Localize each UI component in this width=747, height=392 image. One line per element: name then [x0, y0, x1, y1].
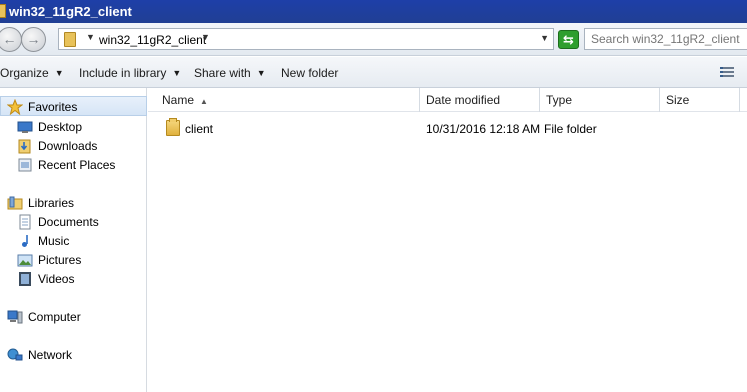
nav-network-label: Network: [28, 348, 73, 362]
folder-icon: [166, 118, 180, 136]
chevron-right-icon[interactable]: ▼: [86, 32, 95, 42]
folder-icon: [0, 4, 6, 18]
include-in-library-label: Include in library: [79, 66, 167, 80]
nav-computer-label: Computer: [28, 310, 81, 324]
share-with-label: Share with: [194, 66, 251, 80]
window-title: win32_11gR2_client: [9, 4, 132, 19]
network-icon: [7, 347, 23, 363]
folder-icon: [64, 32, 76, 47]
libraries-icon: [7, 195, 23, 211]
command-bar: Organize ▼ Include in library ▼ Share with…: [0, 57, 747, 88]
organize-label: Organize: [0, 66, 49, 80]
view-options-icon[interactable]: [720, 67, 734, 78]
nav-downloads-label: Downloads: [38, 139, 98, 153]
nav-network[interactable]: Network: [7, 346, 72, 364]
nav-pictures[interactable]: Pictures: [17, 251, 81, 269]
nav-favorites[interactable]: Favorites: [6, 98, 78, 116]
file-type: File folder: [544, 122, 597, 136]
star-icon: [6, 98, 24, 116]
include-in-library-button[interactable]: Include in library ▼: [79, 66, 181, 80]
nav-recent-places-label: Recent Places: [38, 158, 116, 172]
title-bar: win32_11gR2_client: [0, 0, 747, 23]
column-name[interactable]: Name ▲: [148, 88, 420, 112]
nav-videos[interactable]: Videos: [17, 270, 74, 288]
pictures-icon: [17, 252, 33, 268]
chevron-down-icon: ▼: [256, 68, 266, 78]
downloads-folder-icon: [17, 138, 33, 154]
nav-favorites-label: Favorites: [28, 100, 78, 114]
arrow-right-icon: →: [26, 31, 41, 47]
column-name-label: Name: [162, 93, 195, 107]
nav-music[interactable]: Music: [17, 232, 69, 250]
recent-places-icon: [17, 157, 33, 173]
sort-ascending-icon: ▲: [200, 97, 208, 106]
nav-recent-places[interactable]: Recent Places: [17, 156, 115, 174]
file-row[interactable]: client 10/31/2016 12:18 AM File folder: [148, 118, 747, 140]
column-size-label: Size: [666, 93, 690, 107]
organize-button[interactable]: Organize ▼: [0, 66, 64, 80]
column-header-row: Name ▲ Date modified Type Size: [148, 88, 747, 112]
nav-music-label: Music: [38, 234, 70, 248]
documents-icon: [17, 214, 33, 230]
search-input[interactable]: [591, 32, 741, 46]
videos-icon: [17, 271, 33, 287]
share-with-button[interactable]: Share with ▼: [194, 66, 266, 80]
column-size[interactable]: Size: [660, 88, 740, 112]
search-box[interactable]: [584, 28, 747, 50]
navigation-pane: Favorites Desktop Downloads Recent Place…: [0, 88, 147, 392]
nav-desktop[interactable]: Desktop: [17, 118, 82, 136]
computer-icon: [7, 309, 23, 325]
file-name: client: [185, 122, 214, 136]
new-folder-button[interactable]: New folder: [281, 66, 338, 80]
address-row: ← → ▼ win32_11gR2_client ▼ ▼ ⇆: [0, 23, 747, 56]
breadcrumb[interactable]: win32_11gR2_client: [99, 33, 206, 47]
chevron-down-icon: ▼: [54, 68, 64, 78]
forward-button[interactable]: →: [21, 27, 46, 52]
column-type-label: Type: [546, 93, 573, 107]
nav-libraries-label: Libraries: [28, 196, 75, 210]
new-folder-label: New folder: [281, 66, 339, 80]
column-type[interactable]: Type: [540, 88, 660, 112]
back-button[interactable]: ←: [0, 27, 22, 52]
refresh-button[interactable]: ⇆: [558, 30, 579, 49]
arrow-left-icon: ←: [2, 31, 17, 47]
address-bar[interactable]: ▼ win32_11gR2_client ▼ ▼: [58, 28, 554, 50]
column-date-label: Date modified: [426, 93, 501, 107]
nav-libraries[interactable]: Libraries: [7, 194, 74, 212]
desktop-icon: [17, 119, 33, 135]
chevron-down-icon: ▼: [172, 68, 182, 78]
nav-documents[interactable]: Documents: [17, 213, 99, 231]
nav-downloads[interactable]: Downloads: [17, 137, 97, 155]
file-date: 10/31/2016 12:18 AM: [426, 122, 541, 136]
nav-pictures-label: Pictures: [38, 253, 82, 267]
nav-videos-label: Videos: [38, 272, 75, 286]
nav-computer[interactable]: Computer: [7, 308, 81, 326]
nav-desktop-label: Desktop: [38, 120, 83, 134]
nav-documents-label: Documents: [38, 215, 99, 229]
music-icon: [17, 233, 33, 249]
column-date-modified[interactable]: Date modified: [420, 88, 540, 112]
chevron-down-icon[interactable]: ▼: [201, 32, 210, 42]
address-dropdown-icon[interactable]: ▼: [540, 33, 549, 43]
